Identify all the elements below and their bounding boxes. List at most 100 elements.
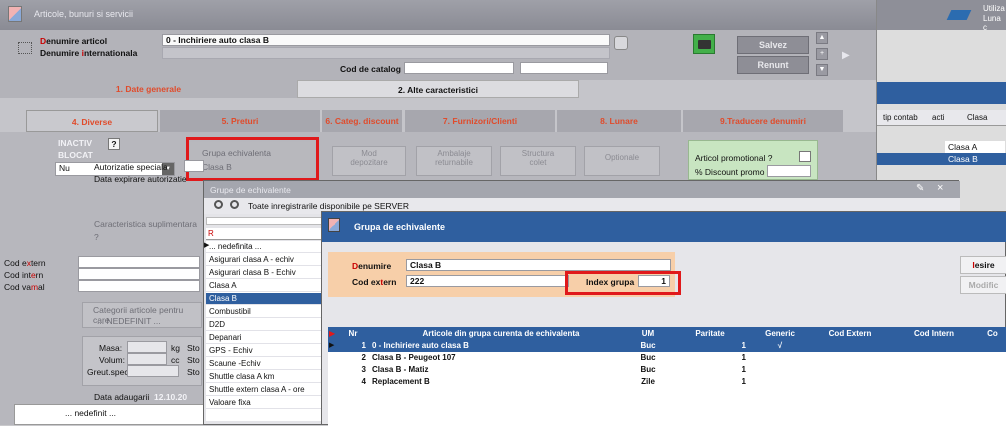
subtab-preturi[interactable]: 5. Preturi (160, 110, 320, 132)
mod-depozitare-button[interactable]: Mod depozitare (332, 146, 406, 176)
denumire-internationala-field[interactable] (162, 47, 610, 59)
col-cod-intern[interactable]: Cod Intern (894, 327, 974, 340)
grupe-list: ... nedefinita ... Asigurari clasa A - ec… (204, 241, 324, 421)
categorii-box[interactable]: Categorii articole pentru care ... NEDEF… (82, 302, 202, 328)
list-item[interactable]: Shuttle extern clasa A - ore (206, 384, 324, 396)
col-clasa[interactable]: Clasa (967, 113, 987, 122)
col-co[interactable]: Co (978, 327, 1006, 340)
cod-intern-field[interactable] (78, 268, 200, 280)
search-icon[interactable] (214, 200, 223, 209)
tab-alte-caracteristici[interactable]: 2. Alte caracteristici (297, 80, 579, 98)
iesire-button[interactable]: Iesire (960, 256, 1006, 274)
cancel-button[interactable]: Renunt (737, 56, 809, 74)
cell-nr: 3 (361, 365, 366, 374)
sort-r-icon[interactable]: R (208, 229, 214, 238)
cell-um: Buc (640, 353, 656, 362)
cod-vamal-hotkey: m (30, 282, 39, 292)
bottom-list-item[interactable]: ... nedefinit ... (65, 408, 116, 418)
list-item[interactable]: D2D (206, 319, 324, 331)
cell-nr: 2 (361, 353, 366, 362)
list-item[interactable]: Valoare fixa (206, 397, 324, 409)
articles-grid: ▶ Nr Articole din grupa curenta de echiv… (328, 327, 1006, 426)
list-item[interactable]: ... nedefinita ... (206, 241, 324, 253)
cod-vamal-field[interactable] (78, 280, 200, 292)
col-paritate[interactable]: Paritate (670, 327, 750, 340)
cod-vamal-label: Cod vamal (4, 282, 45, 292)
denumire-internationala-label: Denumire internationala (40, 48, 137, 58)
expand-arrow-icon[interactable]: ▶ (842, 50, 850, 61)
autorizatie-field[interactable] (184, 160, 204, 172)
grid-header-marker-icon: ▶ (329, 329, 336, 338)
den-int-label-a: Denumire (40, 48, 82, 58)
list-item[interactable]: Clasa A (206, 280, 324, 292)
col-articole[interactable]: Articole din grupa curenta de echivalent… (376, 327, 626, 340)
col-cod-extern[interactable]: Cod Extern (810, 327, 890, 340)
masa-field[interactable] (127, 341, 167, 353)
blocat-label: BLOCAT (58, 150, 93, 160)
list-item[interactable]: Clasa B (206, 293, 324, 305)
help-button[interactable]: ? (108, 138, 120, 150)
promo-box: Articol promotional ? % Discount promo (688, 140, 818, 180)
volum-field[interactable] (127, 353, 167, 365)
open-folder-button[interactable] (693, 34, 715, 54)
promo-checkbox[interactable] (799, 151, 811, 162)
catalog-field-2[interactable] (520, 62, 608, 74)
detail-window: Grupa de echivalente Denumire Clasa B Co… (321, 211, 1006, 426)
denumire-articol-field[interactable]: 0 - Inchiriere auto clasa B (162, 34, 610, 46)
header-area: Denumire articol 0 - Inchiriere auto cla… (0, 30, 876, 80)
scroll-up-button[interactable]: ▲ (816, 32, 828, 44)
search-zoom-icon[interactable] (230, 200, 239, 209)
col-generic[interactable]: Generic (750, 327, 810, 340)
table-row[interactable]: 3 Clasa B - Matiz Buc 1 (328, 364, 1006, 376)
subtab-categ-discount[interactable]: 6. Categ. discount (322, 110, 402, 132)
right-row-1[interactable]: Clasa A (945, 141, 1005, 153)
list-item[interactable]: Combustibil (206, 306, 324, 318)
list-item[interactable]: Asigurari clasa B - Echiv (206, 267, 324, 279)
table-row[interactable]: ▶ 1 0 - Inchiriere auto clasa B Buc 1 √ (328, 340, 1006, 352)
subtab-lunare[interactable]: 8. Lunare (557, 110, 681, 132)
list-item[interactable]: Shuttle clasa A km (206, 371, 324, 383)
subtab-diverse[interactable]: 4. Diverse (26, 110, 158, 132)
modific-button[interactable]: Modific (960, 276, 1006, 294)
discount-field[interactable] (767, 165, 811, 177)
cell-um: Buc (640, 341, 656, 350)
right-row-2[interactable]: Clasa B (877, 153, 1006, 165)
bottom-list: ... nedefinit ... (14, 404, 208, 425)
scroll-down-button[interactable]: ▼ (816, 64, 828, 76)
list-item[interactable]: Asigurari clasa A - echiv (206, 254, 324, 266)
detail-title: Grupa de echivalente (354, 222, 446, 232)
optionale-button[interactable]: Optionale (584, 146, 660, 176)
list-item[interactable]: GPS - Echiv (206, 345, 324, 357)
cell-name: 0 - Inchiriere auto clasa B (372, 341, 469, 350)
list-item[interactable]: Depanari (206, 332, 324, 344)
list-item[interactable]: Scaune -Echiv (206, 358, 324, 370)
col-acti[interactable]: acti (932, 113, 944, 122)
subtab-traducere[interactable]: 9.Traducere denumiri (683, 110, 843, 132)
save-button[interactable]: Salvez (737, 36, 809, 54)
iesire-label-rest: esire (974, 260, 995, 270)
detail-cod-extern-field[interactable]: 222 (406, 275, 569, 287)
detail-cod-c: ern (383, 277, 397, 287)
plus-button[interactable]: + (816, 48, 828, 60)
col-um[interactable]: UM (628, 327, 668, 340)
cod-vamal-c: al (38, 282, 45, 292)
cod-extern-field[interactable] (78, 256, 200, 268)
structura-button[interactable]: Structura colet (500, 146, 576, 176)
catalog-field[interactable] (404, 62, 514, 74)
pencil-icon[interactable]: ✎ (916, 183, 928, 195)
subtab-furnizori-clienti[interactable]: 7. Furnizori/Clienti (405, 110, 555, 132)
greut-field[interactable] (127, 365, 179, 377)
detail-denumire-field[interactable]: Clasa B (406, 259, 671, 271)
close-button[interactable]: × (937, 182, 949, 196)
table-row[interactable]: 4 Replacement B Zile 1 (328, 376, 1006, 388)
col-tip-contab[interactable]: tip contab (883, 113, 918, 122)
ambalaje-button[interactable]: Ambalaje returnabile (416, 146, 492, 176)
tab-date-generale[interactable]: 1. Date generale (0, 80, 297, 98)
copy-icon[interactable] (614, 36, 628, 50)
col-nr[interactable]: Nr (340, 327, 366, 340)
table-row[interactable]: 2 Clasa B - Peugeot 107 Buc 1 (328, 352, 1006, 364)
grupe-search-field[interactable] (206, 217, 322, 225)
cell-generic (750, 352, 810, 364)
volum-sto-label: Sto (187, 355, 200, 365)
den-int-label-c: nternationala (83, 48, 138, 58)
